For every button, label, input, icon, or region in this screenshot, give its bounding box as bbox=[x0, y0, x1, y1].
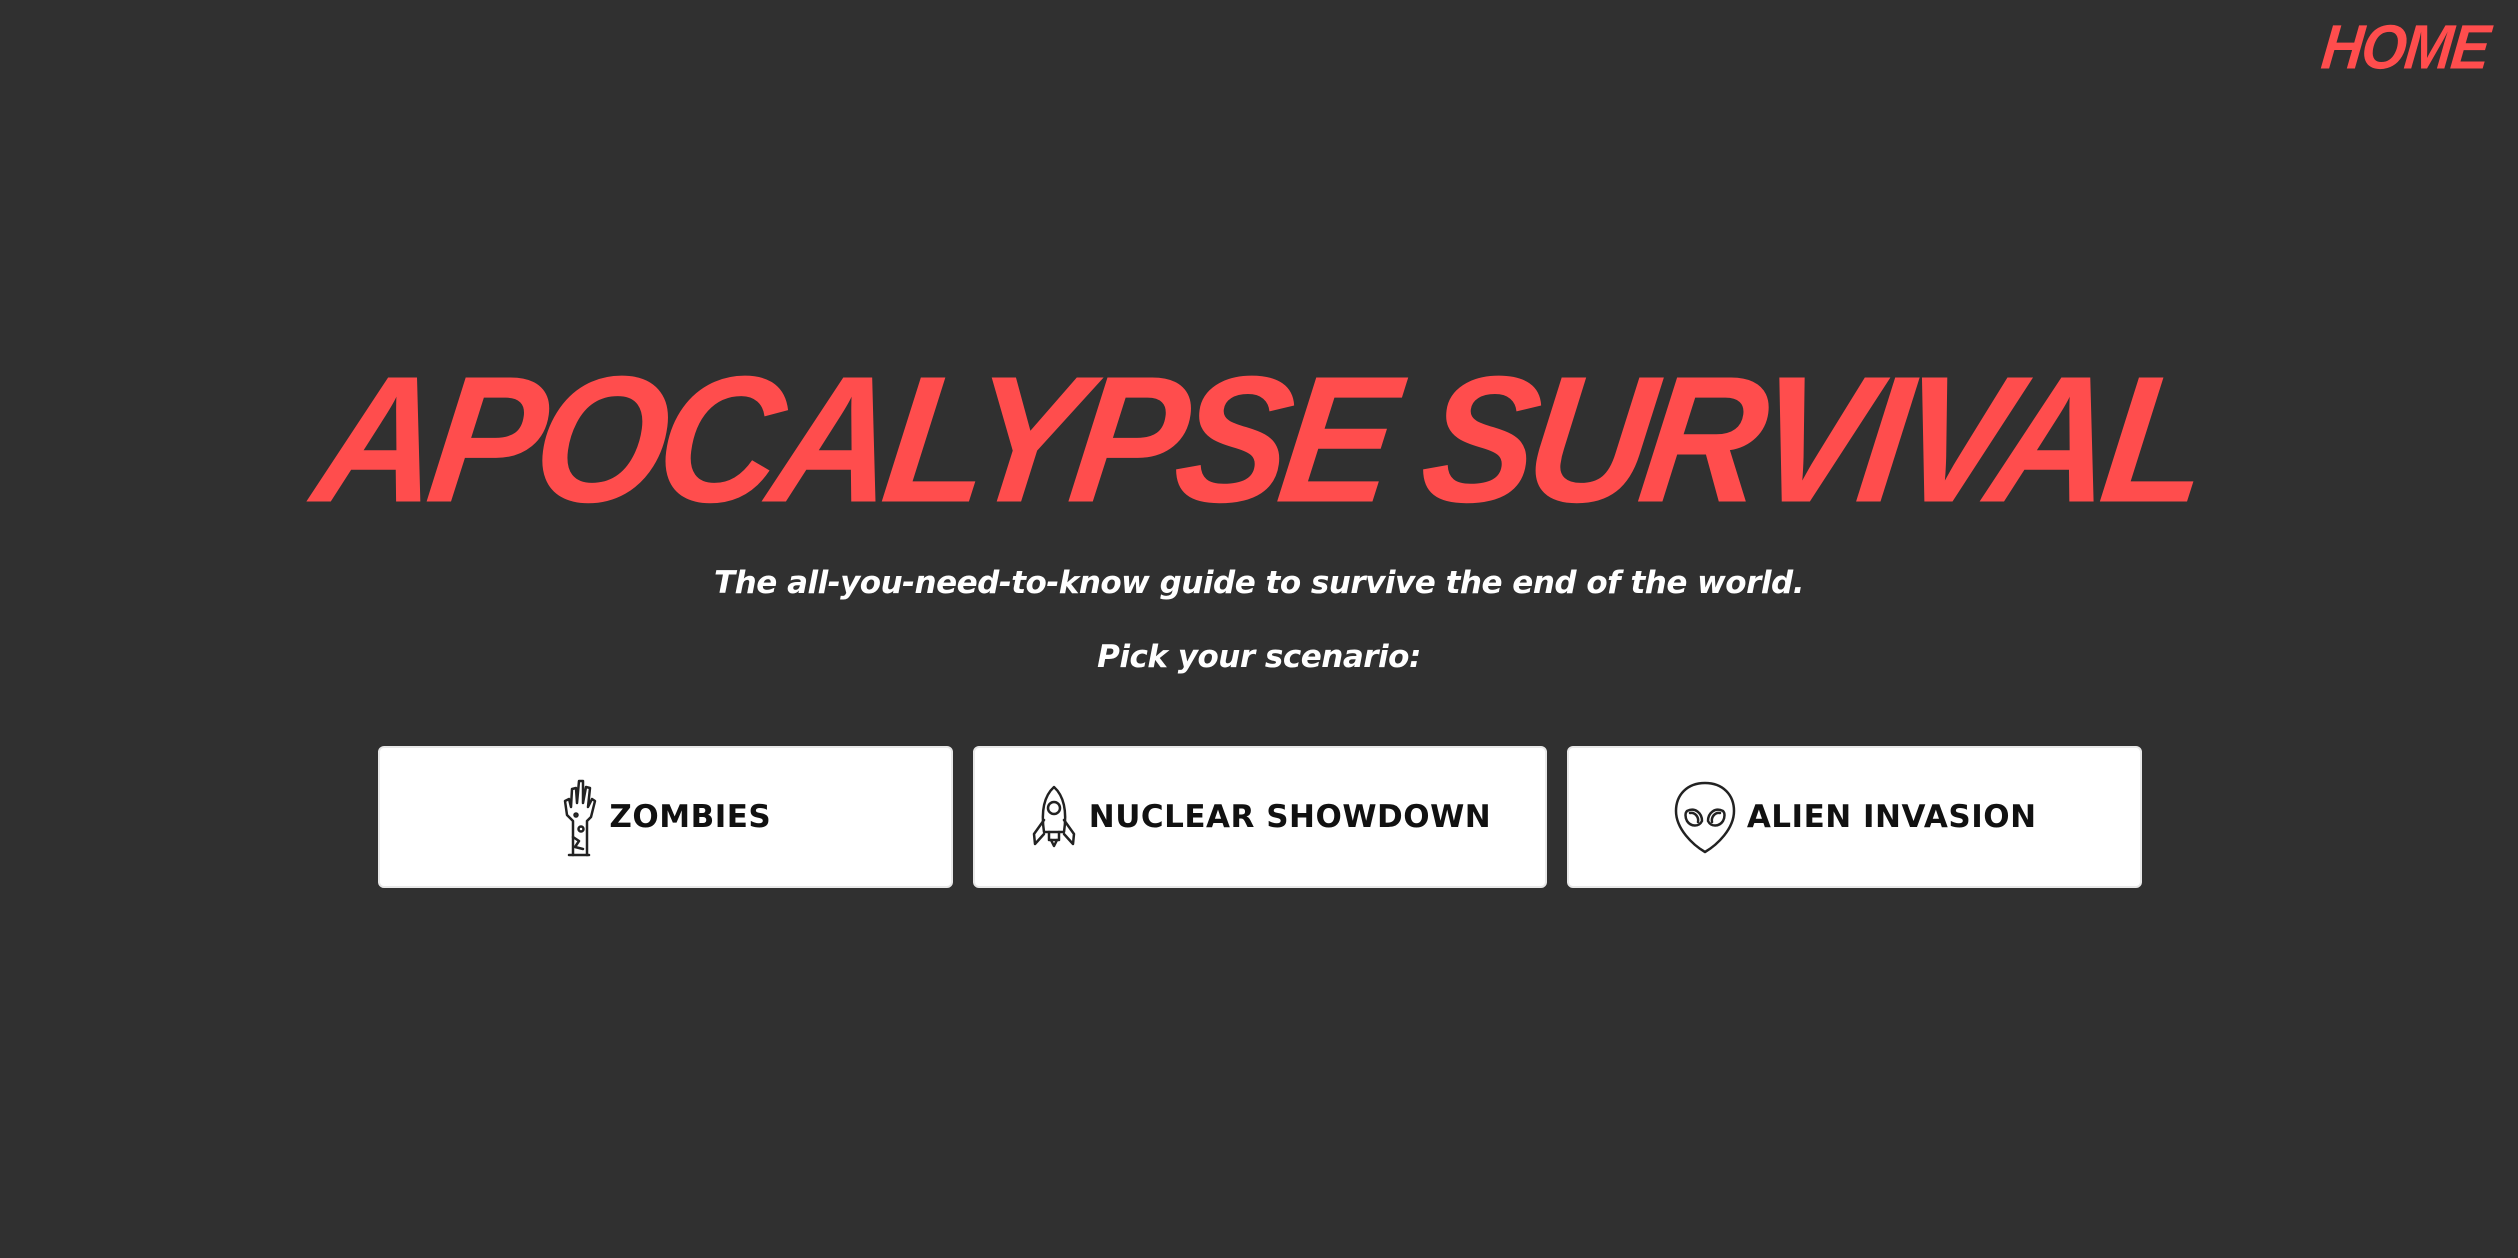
nuclear-showdown-label: NUCLEAR SHOWDOWN bbox=[1088, 799, 1492, 835]
zombies-label: ZOMBIES bbox=[609, 799, 772, 835]
zombies-button[interactable]: ZOMBIES bbox=[378, 746, 953, 888]
scenario-prompt: Pick your scenario: bbox=[1097, 639, 1421, 675]
home-link[interactable]: HOME bbox=[2318, 11, 2492, 83]
rocket-icon bbox=[1029, 784, 1079, 850]
nuclear-showdown-button[interactable]: NUCLEAR SHOWDOWN bbox=[972, 746, 1548, 888]
scenario-options: ZOMBIES NUCLEAR SHOWDOWN ALIEN INVASION bbox=[378, 746, 2143, 888]
alien-head-icon bbox=[1673, 779, 1737, 855]
alien-invasion-button[interactable]: ALIEN INVASION bbox=[1567, 746, 2143, 888]
alien-invasion-label: ALIEN INVASION bbox=[1746, 799, 2037, 835]
zombie-hand-icon bbox=[559, 775, 599, 859]
page-subtitle: The all-you-need-to-know guide to surviv… bbox=[714, 565, 1804, 601]
page-title: APOCALYPSE SURVIVAL bbox=[304, 339, 2214, 541]
hero-section: APOCALYPSE SURVIVAL The all-you-need-to-… bbox=[0, 339, 2518, 675]
